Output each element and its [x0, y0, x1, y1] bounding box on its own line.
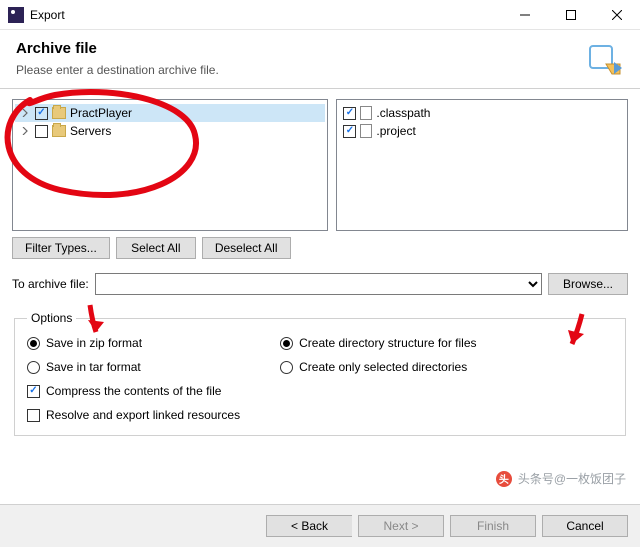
tree-item-label: .project: [376, 124, 415, 138]
checkbox-icon[interactable]: [343, 125, 356, 138]
finish-button[interactable]: Finish: [450, 515, 536, 537]
checkbox-resolve[interactable]: Resolve and export linked resources: [27, 405, 240, 425]
watermark-logo-icon: 头: [496, 471, 512, 487]
radio-icon: [27, 361, 40, 374]
folder-icon: [52, 107, 66, 119]
file-icon: [360, 124, 372, 138]
select-all-button[interactable]: Select All: [116, 237, 196, 259]
file-icon: [360, 106, 372, 120]
watermark: 头 头条号@一枚饭团子: [496, 470, 626, 487]
maximize-button[interactable]: [548, 0, 594, 30]
archive-file-label: To archive file:: [12, 277, 89, 291]
filter-types-button[interactable]: Filter Types...: [12, 237, 110, 259]
page-title: Archive file: [16, 40, 576, 57]
radio-dir-structure[interactable]: Create directory structure for files: [280, 333, 476, 353]
checkbox-icon: [27, 409, 40, 422]
tree-item-label: .classpath: [376, 106, 430, 120]
chevron-right-icon[interactable]: [19, 107, 31, 119]
deselect-all-button[interactable]: Deselect All: [202, 237, 291, 259]
folder-icon: [52, 125, 66, 137]
project-tree[interactable]: PractPlayer Servers: [12, 99, 328, 231]
radio-only-selected[interactable]: Create only selected directories: [280, 357, 476, 377]
radio-icon: [280, 337, 293, 350]
archive-file-combo[interactable]: [95, 273, 542, 295]
eclipse-icon: [8, 7, 24, 23]
radio-tar[interactable]: Save in tar format: [27, 357, 240, 377]
tree-item-label: Servers: [70, 124, 111, 138]
options-legend: Options: [27, 311, 76, 325]
back-button[interactable]: < Back: [266, 515, 352, 537]
checkbox-icon[interactable]: [35, 107, 48, 120]
checkbox-icon[interactable]: [35, 125, 48, 138]
titlebar: Export: [0, 0, 640, 30]
checkbox-icon[interactable]: [343, 107, 356, 120]
export-wizard-icon: [584, 40, 624, 80]
options-group: Options Save in zip format Save in tar f…: [14, 311, 626, 436]
file-tree[interactable]: .classpath .project: [336, 99, 628, 231]
wizard-header: Archive file Please enter a destination …: [0, 30, 640, 89]
tree-row[interactable]: Servers: [15, 122, 325, 140]
minimize-button[interactable]: [502, 0, 548, 30]
next-button[interactable]: Next >: [358, 515, 444, 537]
checkbox-icon: [27, 385, 40, 398]
cancel-button[interactable]: Cancel: [542, 515, 628, 537]
tree-item-label: PractPlayer: [70, 106, 132, 120]
radio-icon: [27, 337, 40, 350]
close-button[interactable]: [594, 0, 640, 30]
checkbox-compress[interactable]: Compress the contents of the file: [27, 381, 240, 401]
page-instruction: Please enter a destination archive file.: [16, 63, 576, 77]
tree-row[interactable]: PractPlayer: [15, 104, 325, 122]
radio-zip[interactable]: Save in zip format: [27, 333, 240, 353]
watermark-text: 头条号@一枚饭团子: [518, 470, 626, 487]
browse-button[interactable]: Browse...: [548, 273, 628, 295]
tree-row[interactable]: .project: [339, 122, 625, 140]
wizard-footer: < Back Next > Finish Cancel: [0, 504, 640, 547]
window-title: Export: [30, 8, 502, 22]
chevron-right-icon[interactable]: [19, 125, 31, 137]
tree-row[interactable]: .classpath: [339, 104, 625, 122]
radio-icon: [280, 361, 293, 374]
